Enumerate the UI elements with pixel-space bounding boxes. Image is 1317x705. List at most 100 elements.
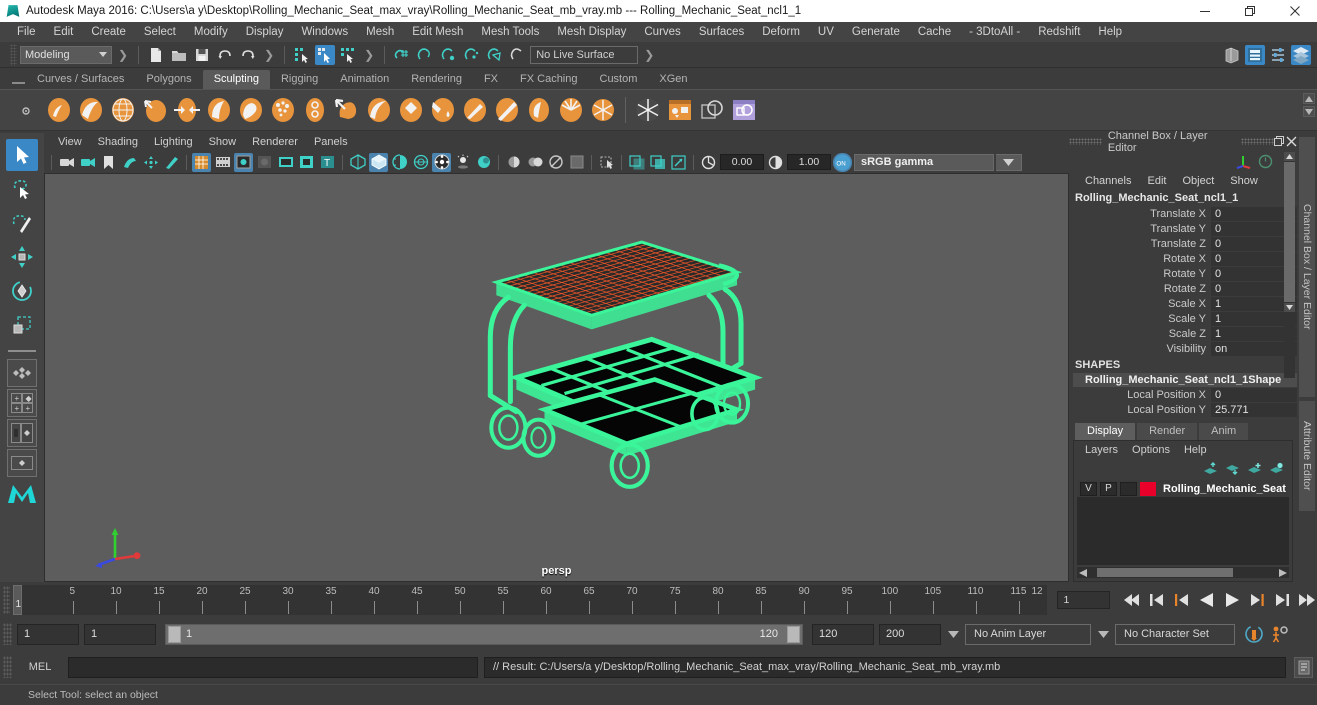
panel-menu-show[interactable]: Show [201, 136, 245, 148]
command-line-drag-handle[interactable] [3, 656, 12, 678]
shelf-collapse-handle[interactable] [12, 82, 25, 84]
shelf-scroll-buttons[interactable] [1303, 93, 1315, 117]
snap-view-plane-icon[interactable] [484, 45, 504, 65]
menu-uv[interactable]: UV [809, 22, 843, 42]
layer-tab-render[interactable]: Render [1137, 423, 1198, 440]
gamma-field[interactable]: 1.00 [787, 154, 831, 170]
collapse-arrow-icon-2[interactable]: ❯ [261, 48, 277, 62]
color-management-toggle-icon[interactable]: ON [833, 152, 852, 172]
go-to-start-icon[interactable] [1122, 590, 1142, 610]
gate-mask-icon[interactable] [255, 153, 274, 172]
lasso-tool[interactable] [6, 173, 38, 205]
shelf-tab-fx-caching[interactable]: FX Caching [509, 70, 589, 89]
scale-tool[interactable] [6, 309, 38, 341]
select-hierarchy-icon[interactable] [292, 45, 312, 65]
menu-help[interactable]: Help [1089, 22, 1131, 42]
freeze-selection-icon[interactable] [633, 95, 663, 125]
layer-visibility-toggle[interactable]: V [1080, 481, 1097, 496]
safe-action-icon[interactable] [297, 153, 316, 172]
snap-grid-icon[interactable] [392, 45, 412, 65]
color-space-chevron-down-icon[interactable] [996, 153, 1022, 171]
menu-mesh[interactable]: Mesh [357, 22, 403, 42]
collapse-arrow-icon[interactable]: ❯ [115, 48, 131, 62]
display-layer-list[interactable]: V P Rolling_Mechanic_Seat [1077, 480, 1289, 565]
pinch-tool-icon[interactable] [172, 95, 202, 125]
menu-redshift[interactable]: Redshift [1029, 22, 1089, 42]
channel-row[interactable]: Translate Y0 [1069, 221, 1297, 236]
mel-command-input[interactable] [68, 656, 478, 678]
uv-editor-icon[interactable] [729, 95, 759, 125]
smooth-shade-all-icon[interactable] [369, 152, 388, 172]
quick-layout-single-perspective[interactable] [7, 359, 37, 387]
fill-tool-icon[interactable] [428, 95, 458, 125]
channel-row[interactable]: Rotate Z0 [1069, 281, 1297, 296]
shade-wireframe-icon[interactable] [390, 153, 409, 172]
animation-end-time-field[interactable]: 200 [879, 623, 941, 645]
range-end-handle[interactable] [787, 625, 800, 643]
grease-pencil-icon[interactable] [162, 153, 181, 172]
grid-toggle-icon[interactable] [192, 152, 211, 172]
image-plane-icon[interactable] [120, 153, 139, 172]
layer-row[interactable]: V P Rolling_Mechanic_Seat [1077, 480, 1289, 497]
new-scene-icon[interactable] [146, 45, 166, 65]
xray-mode-icon[interactable] [597, 153, 616, 172]
smear-tool-icon[interactable] [492, 95, 522, 125]
shelf-tab-polygons[interactable]: Polygons [135, 70, 203, 89]
scroll-left-icon[interactable] [1079, 568, 1087, 577]
panel-drag-dots-left[interactable] [1069, 138, 1102, 145]
shape-channel-value[interactable]: 0 [1211, 387, 1297, 402]
spray-tool-icon[interactable] [268, 95, 298, 125]
scroll-right-icon[interactable] [1279, 568, 1287, 577]
texture-display-icon[interactable] [411, 153, 430, 172]
menu-create[interactable]: Create [82, 22, 135, 42]
range-start-handle[interactable] [168, 625, 181, 643]
step-back-keyframe-icon[interactable] [1147, 590, 1167, 610]
channel-box-toggle-icon[interactable] [1291, 44, 1311, 65]
time-slider-drag-handle[interactable] [3, 585, 11, 614]
shelf-scroll-up-icon[interactable] [1303, 93, 1315, 104]
vtab-attribute-editor[interactable]: Attribute Editor [1299, 401, 1315, 511]
channel-row[interactable]: Translate X0 [1069, 206, 1297, 221]
close-button[interactable] [1272, 0, 1317, 22]
menu-windows[interactable]: Windows [292, 22, 357, 42]
panel-close-icon[interactable] [1285, 136, 1297, 148]
shelf-tab-animation[interactable]: Animation [329, 70, 401, 89]
channel-row[interactable]: Rotate Y0 [1069, 266, 1297, 281]
menu-edit[interactable]: Edit [45, 22, 83, 42]
snap-point-icon[interactable] [438, 45, 458, 65]
menu-display[interactable]: Display [237, 22, 293, 42]
film-gate-icon[interactable] [213, 153, 232, 172]
move-tool[interactable] [6, 241, 38, 273]
snap-curve-icon[interactable] [415, 45, 435, 65]
layer-menu-help[interactable]: Help [1177, 444, 1214, 456]
shelf-tab-rendering[interactable]: Rendering [400, 70, 473, 89]
rolling-mechanic-seat-model[interactable] [45, 174, 1068, 581]
rotate-tool[interactable] [6, 275, 38, 307]
cb-menu-show[interactable]: Show [1222, 175, 1266, 187]
flatten-tool-icon[interactable] [204, 95, 234, 125]
quick-layout-outliner-persp[interactable] [7, 419, 37, 447]
channel-row[interactable]: Scale X1 [1069, 296, 1297, 311]
shelf-tab-xgen[interactable]: XGen [648, 70, 699, 89]
freeze-tool-icon[interactable] [588, 95, 618, 125]
play-forwards-icon[interactable] [1222, 590, 1242, 610]
depth-of-field-icon[interactable] [546, 153, 565, 172]
step-back-frame-icon[interactable] [1172, 590, 1192, 610]
save-scene-icon[interactable] [192, 45, 212, 65]
menu-select[interactable]: Select [135, 22, 185, 42]
select-component-icon[interactable] [338, 45, 358, 65]
cb-menu-edit[interactable]: Edit [1139, 175, 1174, 187]
script-editor-button[interactable] [1294, 656, 1313, 678]
shape-channel-row[interactable]: Local Position X 0 [1069, 387, 1297, 402]
range-slider-bar[interactable]: 1 120 [165, 623, 803, 645]
menu-file[interactable]: File [8, 22, 45, 42]
open-scene-icon[interactable] [169, 45, 189, 65]
manipulator-axis-icon[interactable] [1235, 153, 1252, 170]
cb-menu-object[interactable]: Object [1174, 175, 1222, 187]
toolbar-drag-handle[interactable] [10, 43, 17, 66]
multisample-aa-icon[interactable] [525, 153, 544, 172]
channel-row[interactable]: Scale Z1 [1069, 326, 1297, 341]
range-end-time-field[interactable]: 120 [812, 623, 874, 645]
layer-list-horizontal-scrollbar[interactable] [1077, 567, 1289, 578]
layer-name[interactable]: Rolling_Mechanic_Seat [1159, 483, 1286, 495]
